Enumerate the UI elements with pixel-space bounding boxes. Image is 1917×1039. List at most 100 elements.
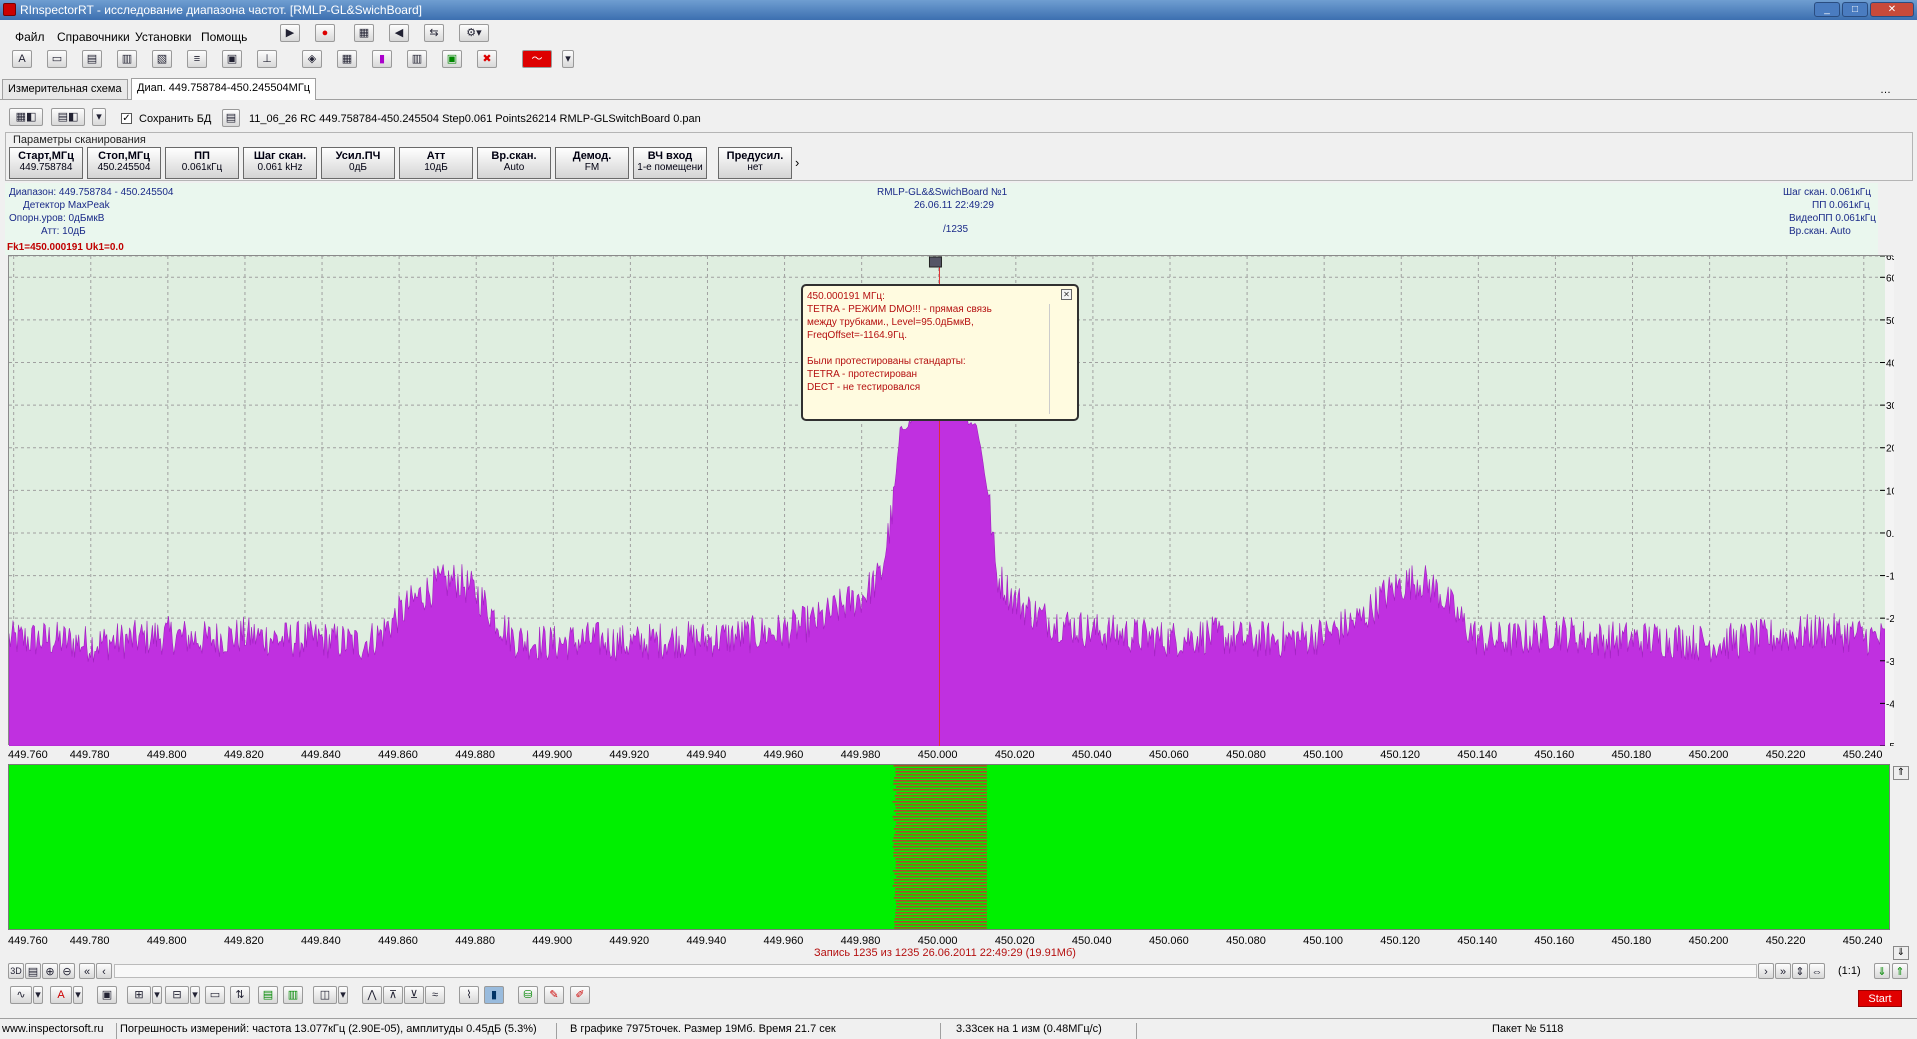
menu-help[interactable]: Помощь [201,30,247,44]
tools-icon[interactable]: ⚙▾ [459,24,489,42]
fit-icon[interactable]: ⇕ [1792,963,1808,979]
next-page-icon[interactable]: › [1758,963,1774,979]
speaker-icon[interactable]: ◀ [389,24,409,42]
fit-width-icon[interactable]: ⇔ [1809,963,1825,979]
waterfall-mode-icon[interactable]: ▮ [484,986,504,1004]
zoom-in-icon[interactable]: ⊕ [42,963,58,979]
x-tick-label: 449.800 [146,749,187,761]
play-icon[interactable]: ▶ [280,24,300,42]
export-table-icon[interactable]: ▥ [283,986,303,1004]
bandwidth-button[interactable]: ПП 0.061кГц [165,147,239,179]
marker-mode-icon[interactable]: ⊞ [127,986,151,1004]
y-tick-label: 0.0 [1886,529,1894,540]
record-icon[interactable]: ● [315,24,335,42]
abc-icon[interactable]: A [12,50,32,68]
demod-button[interactable]: Демод. FM [555,147,629,179]
device-icon[interactable]: ▭ [47,50,67,68]
tab-range[interactable]: Диап. 449.758784-450.245504МГц [131,78,317,100]
popup-scrollbar[interactable] [1049,304,1059,414]
zoom-out-icon[interactable]: ⊖ [59,963,75,979]
max-hold-icon[interactable]: ⊼ [383,986,403,1004]
upload-icon[interactable]: ⇑ [1892,963,1908,979]
file-name: 11_06_26 RC 449.758784-450.245504 Step0.… [249,113,701,125]
graph-style-dropdown-icon[interactable]: ▾ [33,986,43,1004]
maximize-button[interactable]: □ [1842,2,1868,17]
window-title: RInspectorRT - исследование диапазона ча… [20,3,422,17]
waterfall-band-line [893,765,987,767]
start-button[interactable]: Start [1858,990,1902,1007]
layout-icon[interactable]: ▣ [97,986,117,1004]
file-icon[interactable]: ▤ [222,109,240,127]
3d-icon[interactable]: 3D [8,963,24,979]
minimize-button[interactable]: _ [1814,2,1840,17]
edit-red-icon[interactable]: ✎ [544,986,564,1004]
waveform-dropdown-icon[interactable]: ▾ [562,50,574,68]
book-icon[interactable]: ▥ [117,50,137,68]
compare-icon[interactable]: ⇅ [230,986,250,1004]
antenna-icon[interactable]: ⊥ [257,50,277,68]
waterfall-band-line [895,798,987,800]
stop-freq-button[interactable]: Стоп,МГц 450.245504 [87,147,161,179]
table-icon[interactable]: ▤ [82,50,102,68]
preamp-button[interactable]: Предусил. нет [718,147,792,179]
connect-icon[interactable]: ⇆ [424,24,444,42]
trace-icon[interactable]: ⌇ [459,986,479,1004]
peaks-icon[interactable]: ⋀ [362,986,382,1004]
band-icon[interactable]: ⊟ [165,986,189,1004]
more-icon[interactable]: … [1880,84,1891,96]
site-link[interactable]: www.inspectorsoft.ru [2,1023,103,1035]
if-gain-button[interactable]: Усил.ПЧ 0дБ [321,147,395,179]
waterfall-scroll-down-icon[interactable]: ⇓ [1893,946,1909,960]
marker-dropdown-icon[interactable]: ▾ [152,986,162,1004]
export-graph-icon[interactable]: ▤ [258,986,278,1004]
prev-page-icon[interactable]: ‹ [96,963,112,979]
signal-db-icon[interactable]: ⛁ [518,986,538,1004]
popup-close-icon[interactable]: ✕ [1061,289,1072,300]
objects-icon[interactable]: ◈ [302,50,322,68]
spectrum-icon[interactable]: ▮ [372,50,392,68]
chart-type-dropdown-icon[interactable]: ▾ [338,986,348,1004]
x-tick-label: 450.140 [1457,935,1498,947]
scan-step-button[interactable]: Шаг скан. 0.061 kHz [243,147,317,179]
grid-icon[interactable]: ▦ [354,24,374,42]
scan-settings-icon[interactable]: ▦◧ [9,108,43,126]
delete-icon[interactable]: ✖ [477,50,497,68]
first-page-icon[interactable]: « [79,963,95,979]
attenuator-button[interactable]: Атт 10дБ [399,147,473,179]
export-icon[interactable]: ▣ [442,50,462,68]
image-icon[interactable]: ▣ [222,50,242,68]
tab-measurement-scheme[interactable]: Измерительная схема [2,79,128,99]
pages-icon[interactable]: ▧ [152,50,172,68]
graph-style-icon[interactable]: ∿ [10,986,32,1004]
list-icon[interactable]: ≡ [187,50,207,68]
download-icon[interactable]: ⇓ [1874,963,1890,979]
menu-file[interactable]: Файл [15,30,45,44]
menu-references[interactable]: Справочники [57,30,130,44]
x-tick-label: 450.020 [994,935,1035,947]
waterfall-display[interactable] [8,764,1890,930]
print-icon[interactable]: ▤ [25,963,41,979]
close-button[interactable]: ✕ [1870,2,1914,17]
start-freq-button[interactable]: Старт,МГц 449.758784 [9,147,83,179]
text-style-icon[interactable]: A [50,986,72,1004]
horizontal-scrollbar[interactable] [114,964,1757,978]
last-page-icon[interactable]: » [1775,963,1791,979]
rf-input-button[interactable]: ВЧ вход 1-е помещени [633,147,707,179]
scan-time-button[interactable]: Вр.скан. Auto [477,147,551,179]
min-hold-icon[interactable]: ⊻ [404,986,424,1004]
rack-icon[interactable]: ▦ [337,50,357,68]
waterfall-scroll-up-icon[interactable]: ⇑ [1893,766,1909,780]
waveform-icon[interactable]: 〜 [522,50,552,68]
menu-settings[interactable]: Установки [135,30,191,44]
params-more-icon[interactable]: › [795,155,799,170]
band-dropdown-icon[interactable]: ▾ [190,986,200,1004]
text-style-dropdown-icon[interactable]: ▾ [73,986,83,1004]
folder-icon[interactable]: ▭ [205,986,225,1004]
edit-icon[interactable]: ✐ [570,986,590,1004]
scan-mode-icon[interactable]: ▤◧ [51,108,85,126]
average-icon[interactable]: ≈ [425,986,445,1004]
save-db-checkbox[interactable]: ✓ [121,113,132,124]
chart-type-icon[interactable]: ◫ [313,986,337,1004]
scan-dropdown-icon[interactable]: ▾ [92,108,106,126]
book2-icon[interactable]: ▥ [407,50,427,68]
